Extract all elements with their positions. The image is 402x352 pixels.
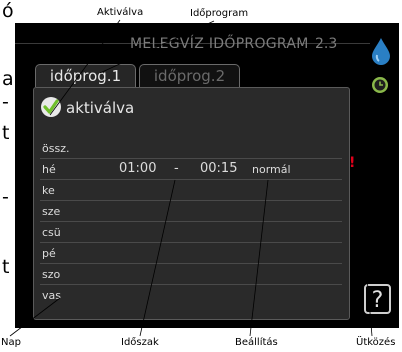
leader-idoszak [139,179,176,337]
callout-leader-lines [9,19,373,337]
leader-utkozes [356,159,373,337]
leader-beallitas [249,179,269,337]
leader-aktivalva [49,19,121,116]
leader-nap [9,297,61,337]
leader-idoprogram [99,20,215,74]
